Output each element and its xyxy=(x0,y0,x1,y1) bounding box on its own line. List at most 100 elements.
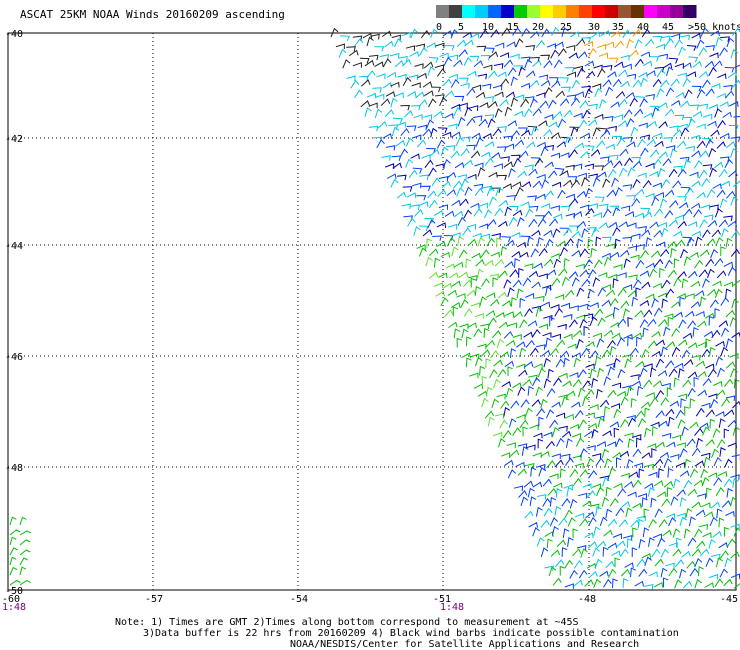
wind-barb xyxy=(477,73,488,80)
wind-barb xyxy=(586,445,596,451)
wind-barb xyxy=(406,192,417,199)
wind-barb xyxy=(649,367,657,378)
wind-barb xyxy=(503,135,514,142)
wind-barb xyxy=(509,269,519,278)
wind-barb xyxy=(639,98,648,108)
wind-barb xyxy=(500,156,510,162)
wind-barb xyxy=(485,310,496,317)
wind-barb xyxy=(545,440,555,449)
wind-barb xyxy=(575,437,585,447)
wind-barb xyxy=(433,282,444,289)
wind-barb xyxy=(705,557,714,567)
wind-barb xyxy=(513,311,523,319)
wind-barb xyxy=(701,229,711,238)
wind-barb xyxy=(630,374,640,380)
wind-barb xyxy=(577,387,586,398)
wind-barb xyxy=(595,457,605,467)
wind-barb xyxy=(560,152,570,159)
wind-barb xyxy=(632,448,642,457)
wind-barb xyxy=(582,483,592,489)
wind-barb xyxy=(514,139,525,147)
legend-swatch xyxy=(644,5,658,18)
wind-barb xyxy=(583,326,589,336)
wind-barb xyxy=(375,93,385,100)
wind-barb xyxy=(702,377,712,387)
wind-barb xyxy=(494,258,505,267)
wind-barb xyxy=(417,124,428,131)
wind-barb xyxy=(700,204,711,211)
wind-barb xyxy=(541,349,551,357)
wind-barb xyxy=(586,457,595,468)
wind-barb xyxy=(579,248,589,257)
wind-barb xyxy=(687,320,697,329)
wind-barb xyxy=(559,170,569,177)
wind-barb xyxy=(503,161,514,168)
wind-barb xyxy=(604,256,612,267)
wind-barb xyxy=(453,180,463,189)
wind-barb xyxy=(714,257,724,267)
wind-barb xyxy=(653,229,663,238)
wind-barb xyxy=(582,380,592,389)
wind-barb xyxy=(368,54,379,61)
wind-barb xyxy=(515,94,525,101)
wind-barb xyxy=(639,300,650,307)
wind-barb xyxy=(714,308,720,318)
wind-barb xyxy=(665,360,675,369)
wind-barb xyxy=(528,270,539,278)
wind-barb xyxy=(504,459,514,467)
wind-barb xyxy=(702,426,711,436)
wind-barb xyxy=(495,42,505,49)
wind-barb xyxy=(615,437,624,448)
wind-barb xyxy=(428,271,439,279)
wind-barb xyxy=(720,180,731,187)
wind-barb xyxy=(699,218,708,228)
wind-barb xyxy=(645,262,656,269)
wind-barb xyxy=(664,210,674,219)
wind-barb xyxy=(612,78,622,88)
wind-barb xyxy=(481,376,488,386)
wind-barb xyxy=(665,341,676,349)
wind-barb xyxy=(415,91,425,99)
wind-barb xyxy=(354,38,364,47)
legend-swatch xyxy=(475,5,489,18)
wind-barb xyxy=(543,60,553,69)
wind-barb xyxy=(579,269,589,278)
wind-barb xyxy=(568,271,579,279)
wind-barb xyxy=(566,45,576,51)
wind-barb xyxy=(535,506,543,517)
wind-barb xyxy=(696,540,706,549)
wind-barb xyxy=(689,104,700,111)
wind-barb xyxy=(366,36,374,47)
wind-barb xyxy=(609,298,619,307)
wind-barb xyxy=(665,562,675,569)
wind-barb xyxy=(695,310,705,317)
wind-barb xyxy=(484,114,495,120)
wind-barb xyxy=(400,104,410,111)
wind-barb xyxy=(532,59,542,67)
wind-barb xyxy=(448,123,458,130)
wind-barb xyxy=(597,171,607,178)
wind-barb xyxy=(677,168,687,178)
wind-barb xyxy=(19,530,32,536)
wind-barb xyxy=(481,151,491,158)
wind-barb xyxy=(636,437,642,448)
wind-barb xyxy=(477,167,486,177)
wind-barb xyxy=(723,478,733,487)
wind-barb xyxy=(547,488,557,496)
wind-barb xyxy=(479,102,489,108)
wind-barb xyxy=(444,113,454,119)
wind-barb xyxy=(564,457,574,466)
wind-barb xyxy=(645,392,655,398)
wind-barb xyxy=(527,320,538,327)
wind-barb xyxy=(724,159,734,168)
wind-barb xyxy=(620,396,629,406)
wind-barb xyxy=(613,482,623,489)
wind-barb xyxy=(9,529,21,536)
wind-barb xyxy=(650,250,661,258)
wind-barb xyxy=(627,167,636,177)
wind-barb xyxy=(393,38,403,48)
wind-barb xyxy=(410,204,420,210)
wind-barb xyxy=(665,87,675,97)
wind-barb xyxy=(523,361,534,368)
wind-barb xyxy=(620,472,630,479)
